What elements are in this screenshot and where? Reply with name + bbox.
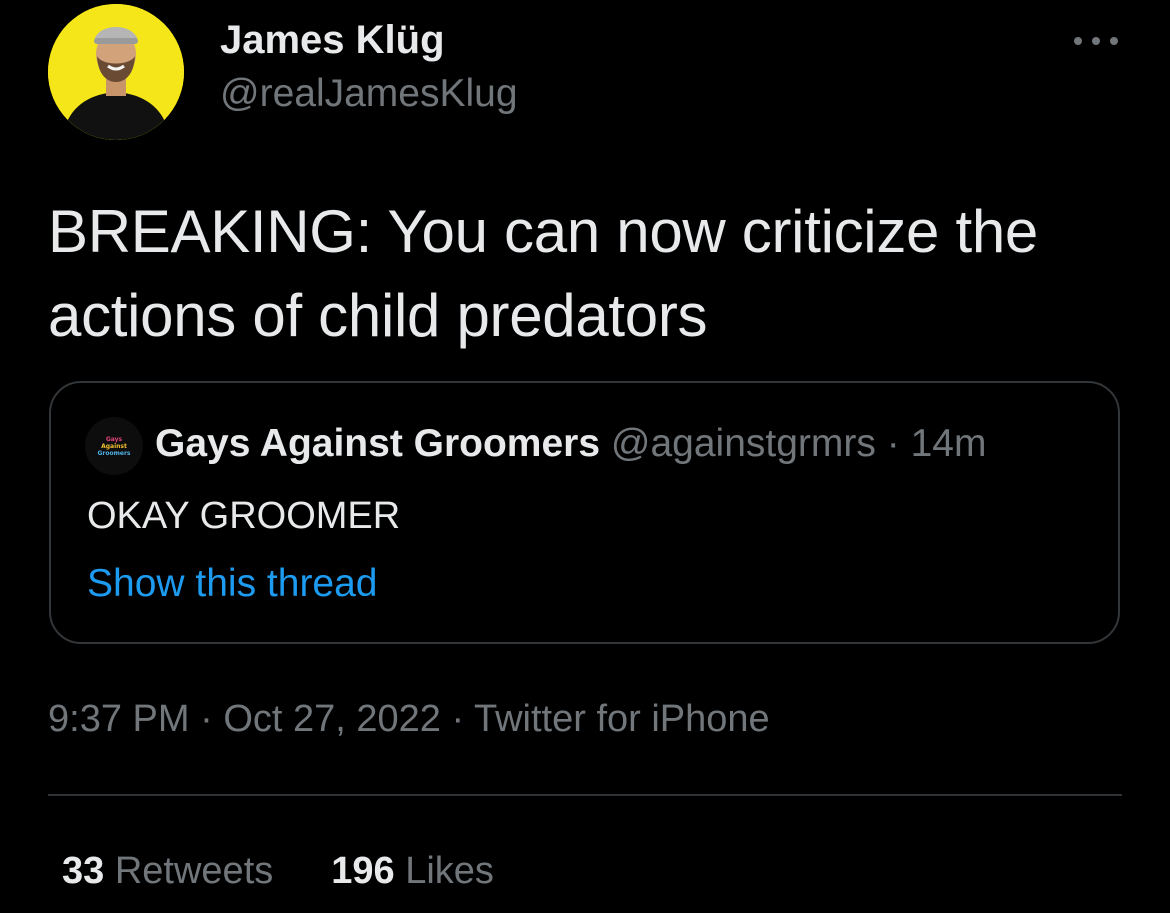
divider <box>48 794 1122 796</box>
author-info: James Klüg @realJamesKlug <box>220 16 518 118</box>
more-dot <box>1110 37 1118 45</box>
retweets-count: 33 <box>62 850 105 892</box>
quote-avatar-line-1: Gays <box>105 435 123 443</box>
tweet-time[interactable]: 9:37 PM <box>48 698 190 740</box>
retweets-stat[interactable]: 33 Retweets <box>62 846 273 896</box>
more-horizontal-icon[interactable] <box>1074 26 1118 56</box>
tweet-date[interactable]: Oct 27, 2022 <box>223 698 441 740</box>
timestamp-separator: · <box>451 698 465 740</box>
quote-avatar-line-2: Against <box>101 442 127 450</box>
tweet-source[interactable]: Twitter for iPhone <box>474 698 770 740</box>
more-dot <box>1074 37 1082 45</box>
more-dot <box>1092 37 1100 45</box>
timestamp-separator: · <box>200 698 213 740</box>
quoted-author-avatar[interactable]: Gays Against Groomers <box>85 417 143 475</box>
tweet-detail: James Klüg @realJamesKlug BREAKING: You … <box>0 0 1170 913</box>
tweet-stats: 33 Retweets 196 Likes <box>62 846 552 896</box>
tweet-text: BREAKING: You can now criticize the actio… <box>48 190 1128 358</box>
tweet-timestamp: 9:37 PM · Oct 27, 2022 · Twitter for iPh… <box>48 694 770 744</box>
quoted-tweet-card[interactable]: Gays Against Groomers Gays Against Groom… <box>49 381 1120 644</box>
quoted-tweet-meta: Gays Against Groomers @againstgrmrs · 14… <box>155 419 986 469</box>
show-thread-link[interactable]: Show this thread <box>87 559 378 609</box>
tweet-text-line-1: BREAKING: You can now criticize the <box>48 198 1038 265</box>
likes-label: Likes <box>405 850 494 892</box>
quoted-meta-separator: · <box>886 422 900 465</box>
quoted-author-name[interactable]: Gays Against Groomers <box>155 422 600 465</box>
quoted-tweet-text: OKAY GROOMER <box>87 495 401 537</box>
likes-stat[interactable]: 196 Likes <box>331 846 494 896</box>
author-handle[interactable]: @realJamesKlug <box>220 70 518 118</box>
quoted-tweet-time: 14m <box>910 422 987 465</box>
author-avatar[interactable] <box>48 4 184 140</box>
profile-photo-icon <box>48 4 184 140</box>
likes-count: 196 <box>331 850 395 892</box>
tweet-header: James Klüg @realJamesKlug <box>48 4 1122 140</box>
quoted-author-handle[interactable]: @againstgrmrs <box>611 422 876 465</box>
retweets-label: Retweets <box>114 850 274 892</box>
quote-avatar-line-3: Groomers <box>97 449 131 457</box>
tweet-text-line-2: actions of child predators <box>48 282 708 349</box>
author-display-name[interactable]: James Klüg <box>220 16 518 64</box>
